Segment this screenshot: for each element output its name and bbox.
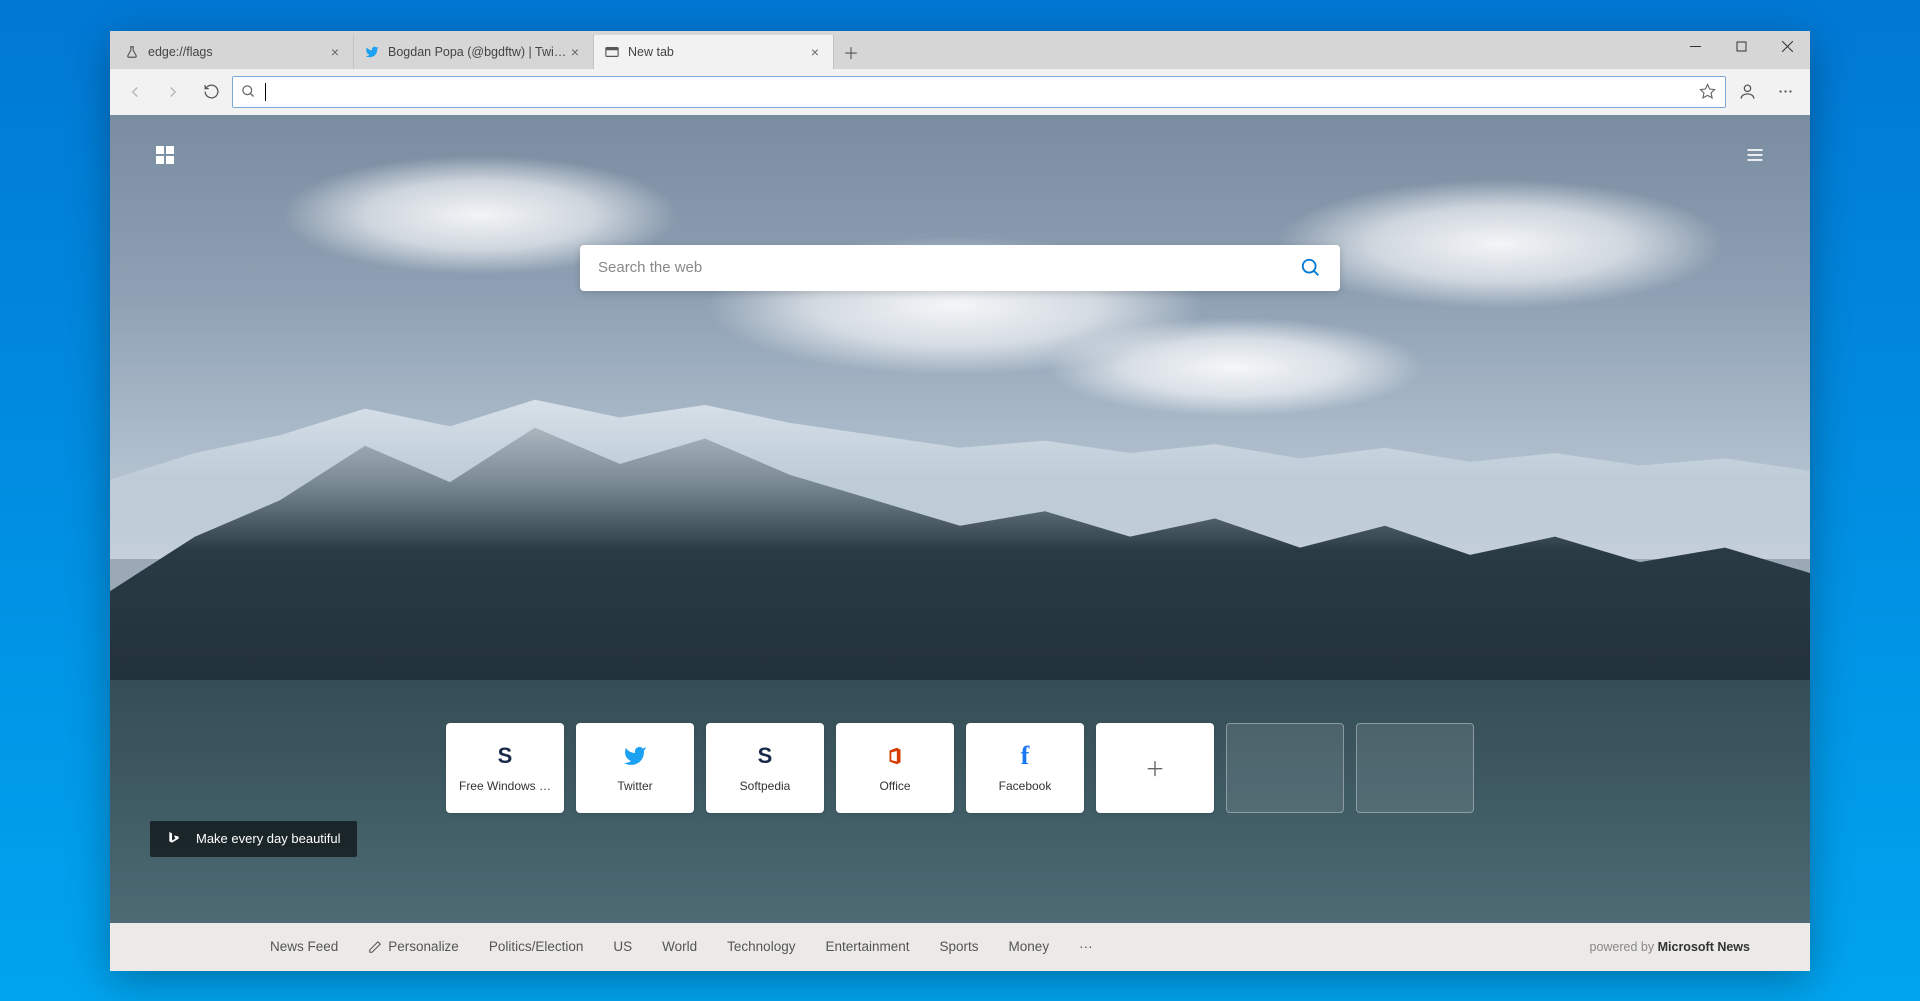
quicklink-facebook[interactable]: f Facebook xyxy=(966,723,1084,813)
twitter-icon xyxy=(622,743,648,769)
close-icon[interactable]: × xyxy=(567,44,583,60)
quick-links: S Free Windows … Twitter S Softpedia Off… xyxy=(110,723,1810,813)
apps-button[interactable] xyxy=(150,140,180,170)
search-icon[interactable] xyxy=(1300,257,1322,279)
bing-daily-tag[interactable]: Make every day beautiful xyxy=(150,821,357,857)
news-bar: News Feed Personalize Politics/Election … xyxy=(110,923,1810,971)
top-icons xyxy=(110,115,1810,195)
refresh-button[interactable] xyxy=(194,75,228,109)
bing-tagline: Make every day beautiful xyxy=(196,831,341,846)
bing-icon xyxy=(166,830,184,848)
news-more-button[interactable]: ··· xyxy=(1079,939,1093,954)
new-tab-page: S Free Windows … Twitter S Softpedia Off… xyxy=(110,115,1810,923)
back-button[interactable] xyxy=(118,75,152,109)
news-link-feed[interactable]: News Feed xyxy=(270,939,338,954)
close-icon[interactable]: × xyxy=(327,44,343,60)
maximize-button[interactable] xyxy=(1718,31,1764,63)
favorite-icon[interactable] xyxy=(1699,83,1717,101)
quicklink-free-windows[interactable]: S Free Windows … xyxy=(446,723,564,813)
quicklink-office[interactable]: Office xyxy=(836,723,954,813)
address-bar[interactable] xyxy=(232,76,1726,108)
overlay: S Free Windows … Twitter S Softpedia Off… xyxy=(110,115,1810,923)
news-link-politics[interactable]: Politics/Election xyxy=(489,939,584,954)
tile-label: Office xyxy=(879,779,910,793)
grid-icon xyxy=(156,146,174,164)
tab-newtab[interactable]: New tab × xyxy=(594,35,834,69)
quicklink-softpedia[interactable]: S Softpedia xyxy=(706,723,824,813)
add-quicklink-button[interactable]: ＋ xyxy=(1096,723,1214,813)
twitter-icon xyxy=(364,44,380,60)
news-link-personalize[interactable]: Personalize xyxy=(368,939,459,954)
plus-icon: ＋ xyxy=(1142,755,1168,781)
page-settings-button[interactable] xyxy=(1740,140,1770,170)
facebook-icon: f xyxy=(1012,743,1038,769)
office-icon xyxy=(882,743,908,769)
search-icon xyxy=(241,84,257,100)
news-link-sports[interactable]: Sports xyxy=(940,939,979,954)
quicklink-twitter[interactable]: Twitter xyxy=(576,723,694,813)
search-row xyxy=(110,245,1810,291)
tile-label: Softpedia xyxy=(740,779,791,793)
flask-icon xyxy=(124,44,140,60)
profile-button[interactable] xyxy=(1730,75,1764,109)
search-input[interactable] xyxy=(598,259,1300,276)
browser-window: edge://flags × Bogdan Popa (@bgdftw) | T… xyxy=(110,31,1810,971)
tabs: edge://flags × Bogdan Popa (@bgdftw) | T… xyxy=(114,35,834,69)
search-box[interactable] xyxy=(580,245,1340,291)
news-link-technology[interactable]: Technology xyxy=(727,939,795,954)
minimize-button[interactable] xyxy=(1672,31,1718,63)
tab-title: edge://flags xyxy=(148,45,327,59)
newtab-icon xyxy=(604,44,620,60)
tab-twitter[interactable]: Bogdan Popa (@bgdftw) | Twitt… × xyxy=(354,35,594,69)
close-icon[interactable]: × xyxy=(807,44,823,60)
powered-by: powered by Microsoft News xyxy=(1590,940,1751,954)
tile-label: Facebook xyxy=(999,779,1052,793)
new-tab-button[interactable]: ＋ xyxy=(834,35,868,69)
close-window-button[interactable] xyxy=(1764,31,1810,63)
address-input[interactable] xyxy=(266,77,1699,107)
softpedia-icon: S xyxy=(752,743,778,769)
tile-label: Twitter xyxy=(617,779,652,793)
quicklink-placeholder[interactable] xyxy=(1226,723,1344,813)
tab-title: New tab xyxy=(628,45,807,59)
news-link-entertainment[interactable]: Entertainment xyxy=(825,939,909,954)
window-controls xyxy=(1672,31,1810,63)
tab-strip: edge://flags × Bogdan Popa (@bgdftw) | T… xyxy=(110,31,1810,69)
tab-flags[interactable]: edge://flags × xyxy=(114,35,354,69)
softpedia-icon: S xyxy=(492,743,518,769)
toolbar xyxy=(110,69,1810,115)
forward-button[interactable] xyxy=(156,75,190,109)
tab-title: Bogdan Popa (@bgdftw) | Twitt… xyxy=(388,45,567,59)
news-links: News Feed Personalize Politics/Election … xyxy=(270,939,1093,954)
news-link-us[interactable]: US xyxy=(613,939,632,954)
news-link-world[interactable]: World xyxy=(662,939,697,954)
quicklink-placeholder[interactable] xyxy=(1356,723,1474,813)
news-link-money[interactable]: Money xyxy=(1009,939,1050,954)
pencil-icon xyxy=(368,940,382,954)
more-button[interactable] xyxy=(1768,75,1802,109)
tile-label: Free Windows … xyxy=(459,779,551,793)
